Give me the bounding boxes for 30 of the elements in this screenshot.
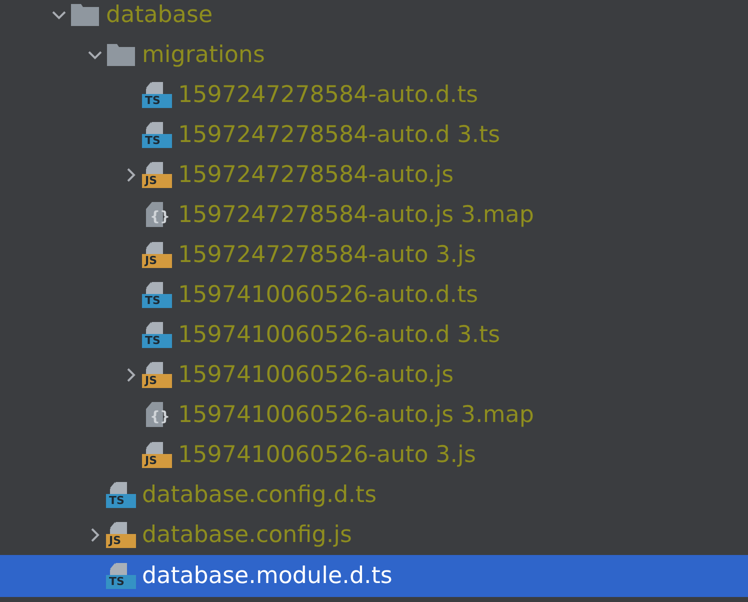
file-name: 1597247278584-auto.d.ts <box>178 82 478 108</box>
tree-row[interactable]: JS database.config.js <box>0 515 748 555</box>
tree-row[interactable]: TS 1597247278584-auto.d.ts <box>0 75 748 115</box>
tree-row[interactable]: JS 1597247278584-auto 3.js <box>0 235 748 275</box>
tree-row[interactable]: TS 1597410060526-auto.d.ts <box>0 275 748 315</box>
tree-row[interactable]: TS 1597410060526-auto.d 3.ts <box>0 315 748 355</box>
tree-row[interactable]: JS 1597247278584-auto.js <box>0 155 748 195</box>
file-name: 1597410060526-auto.d 3.ts <box>178 322 500 348</box>
file-name: 1597410060526-auto.js 3.map <box>178 402 534 428</box>
file-name: migrations <box>142 42 265 68</box>
folder-icon <box>106 43 136 67</box>
selected-tree-row[interactable]: TS database.module.d.ts <box>0 555 748 597</box>
file-name: 1597247278584-auto.js 3.map <box>178 202 534 228</box>
tree-row[interactable]: JS 1597410060526-auto 3.js <box>0 435 748 475</box>
file-name: 1597410060526-auto.d.ts <box>178 282 478 308</box>
file-name: database.config.js <box>142 522 352 548</box>
file-name: 1597247278584-auto 3.js <box>178 242 476 268</box>
file-name: 1597410060526-auto 3.js <box>178 442 476 468</box>
tree-row[interactable]: database <box>0 0 748 35</box>
tree-row[interactable]: migrations <box>0 35 748 75</box>
file-name: 1597410060526-auto.js <box>178 362 454 388</box>
file-name: 1597247278584-auto.d 3.ts <box>178 122 500 148</box>
tree-row[interactable]: TS database.config.d.ts <box>0 475 748 515</box>
tree-row[interactable]: JS 1597410060526-auto.js <box>0 355 748 395</box>
file-name: database <box>106 2 213 28</box>
file-name: database.config.d.ts <box>142 482 377 508</box>
tree-row[interactable]: TS 1597247278584-auto.d 3.ts <box>0 115 748 155</box>
file-name: database.module.d.ts <box>142 563 392 589</box>
file-name: 1597247278584-auto.js <box>178 162 454 188</box>
folder-icon <box>70 3 100 27</box>
